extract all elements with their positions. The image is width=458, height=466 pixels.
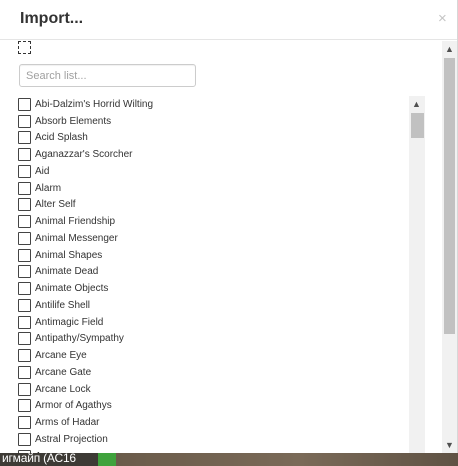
item-checkbox[interactable] <box>18 114 31 128</box>
item-checkbox[interactable] <box>18 315 31 329</box>
list-item[interactable]: Animal Friendship <box>17 213 409 230</box>
list-item[interactable]: Animate Dead <box>17 264 409 281</box>
item-checkbox[interactable] <box>18 332 31 346</box>
close-icon[interactable]: × <box>438 11 447 27</box>
item-checkbox[interactable] <box>18 265 31 279</box>
list-item[interactable]: Antilife Shell <box>17 297 409 314</box>
list-item[interactable]: Acid Splash <box>17 130 409 147</box>
item-label: Aganazzar's Scorcher <box>35 149 133 161</box>
list-item[interactable]: Absorb Elements <box>17 113 409 130</box>
item-checkbox[interactable] <box>18 148 31 162</box>
item-label: Augury <box>35 451 67 453</box>
dialog-scroll-down-icon[interactable]: ▼ <box>442 438 457 452</box>
item-checkbox[interactable] <box>18 181 31 195</box>
list-item[interactable]: Armor of Agathys <box>17 398 409 415</box>
item-checkbox[interactable] <box>18 215 31 229</box>
item-label: Alter Self <box>35 199 76 211</box>
list-item[interactable]: Antipathy/Sympathy <box>17 331 409 348</box>
item-checkbox[interactable] <box>18 449 31 453</box>
list-item[interactable]: Animate Objects <box>17 280 409 297</box>
item-label: Arcane Lock <box>35 383 91 395</box>
list-scrollbar[interactable]: ▲ <box>409 96 425 453</box>
list-item[interactable]: Alter Self <box>17 197 409 214</box>
item-checkbox[interactable] <box>18 432 31 446</box>
item-checkbox[interactable] <box>18 198 31 212</box>
list-item[interactable]: Animal Shapes <box>17 247 409 264</box>
item-checkbox[interactable] <box>18 416 31 430</box>
item-label: Arcane Gate <box>35 366 92 378</box>
item-label: Antipathy/Sympathy <box>35 333 124 345</box>
list-scrollbar-thumb[interactable] <box>411 113 424 138</box>
list-item[interactable]: Animal Messenger <box>17 230 409 247</box>
spell-list: Abi-Dalzim's Horrid Wilting Absorb Elemen… <box>17 96 409 453</box>
list-item[interactable]: Arcane Lock <box>17 381 409 398</box>
item-checkbox[interactable] <box>18 399 31 413</box>
dialog-header: Import... × <box>0 0 457 40</box>
list-item[interactable]: Arms of Hadar <box>17 414 409 431</box>
dialog-scrollbar-thumb[interactable] <box>444 58 455 334</box>
item-label: Antimagic Field <box>35 316 104 328</box>
item-checkbox[interactable] <box>18 298 31 312</box>
item-checkbox[interactable] <box>18 382 31 396</box>
item-checkbox[interactable] <box>18 282 31 296</box>
item-label: Arcane Eye <box>35 350 87 362</box>
list-item[interactable]: Arcane Gate <box>17 364 409 381</box>
list-item[interactable]: Alarm <box>17 180 409 197</box>
select-all-checkbox[interactable] <box>18 41 31 54</box>
item-label: Animate Objects <box>35 283 109 295</box>
list-item[interactable]: Abi-Dalzim's Horrid Wilting <box>17 96 409 113</box>
spell-list-box: Abi-Dalzim's Horrid Wilting Absorb Elemen… <box>17 96 425 453</box>
item-label: Animal Friendship <box>35 216 116 228</box>
dialog-title: Import... <box>20 10 84 27</box>
item-checkbox[interactable] <box>18 131 31 145</box>
list-item[interactable]: Astral Projection <box>17 431 409 448</box>
item-label: Alarm <box>35 182 62 194</box>
item-label: Animal Shapes <box>35 249 103 261</box>
item-checkbox[interactable] <box>18 349 31 363</box>
item-label: Antilife Shell <box>35 299 91 311</box>
search-input[interactable] <box>19 64 196 87</box>
item-label: Arms of Hadar <box>35 417 100 429</box>
dialog-body: Abi-Dalzim's Horrid Wilting Absorb Elemen… <box>0 41 442 453</box>
item-label: Armor of Agathys <box>35 400 112 412</box>
dialog-scrollbar[interactable]: ▲ ▼ <box>442 41 457 453</box>
item-label: Aid <box>35 165 50 177</box>
item-checkbox[interactable] <box>18 97 31 111</box>
list-item[interactable]: Antimagic Field <box>17 314 409 331</box>
list-scroll-up-icon[interactable]: ▲ <box>409 97 424 111</box>
item-label: Acid Splash <box>35 132 88 144</box>
item-label: Abi-Dalzim's Horrid Wilting <box>35 98 154 110</box>
background-app-text: игмайп (АС16 <box>2 451 76 465</box>
list-item[interactable]: Aganazzar's Scorcher <box>17 146 409 163</box>
item-label: Astral Projection <box>35 433 108 445</box>
item-checkbox[interactable] <box>18 248 31 262</box>
item-label: Animate Dead <box>35 266 99 278</box>
list-item[interactable]: Arcane Eye <box>17 347 409 364</box>
item-label: Absorb Elements <box>35 115 112 127</box>
list-item[interactable]: Aid <box>17 163 409 180</box>
dialog-scroll-up-icon[interactable]: ▲ <box>442 42 457 56</box>
item-checkbox[interactable] <box>18 365 31 379</box>
list-item[interactable]: Augury <box>17 448 409 453</box>
item-checkbox[interactable] <box>18 231 31 245</box>
import-dialog: Import... × Abi-Dalzim's Horrid WiltingA… <box>0 0 458 453</box>
item-checkbox[interactable] <box>18 164 31 178</box>
item-label: Animal Messenger <box>35 232 118 244</box>
